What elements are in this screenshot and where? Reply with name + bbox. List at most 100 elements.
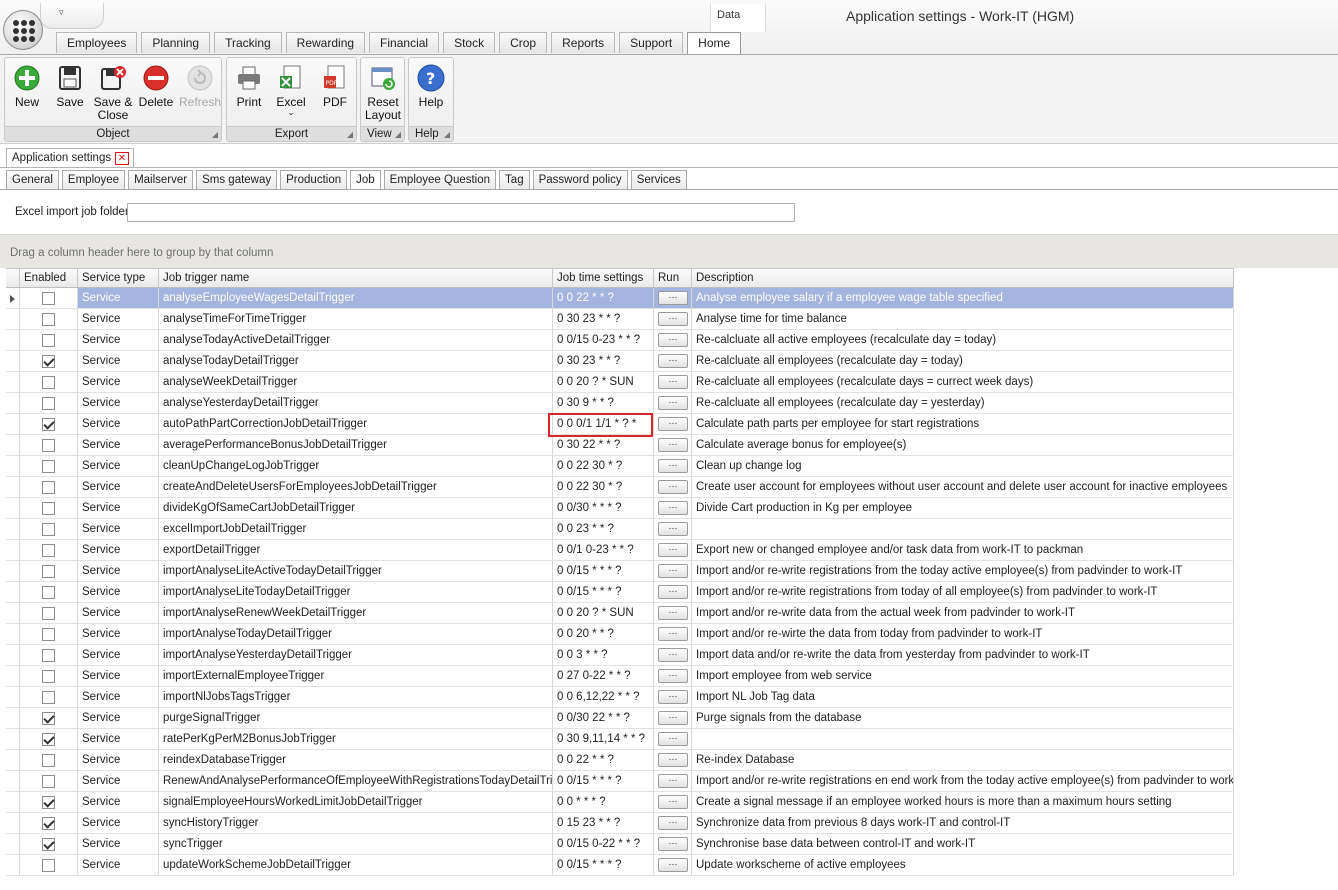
enabled-checkbox[interactable]	[42, 418, 55, 431]
table-row[interactable]: Service syncTrigger 0 0/15 0-22 * * ? ··· Sy…	[6, 834, 1234, 855]
tab-services[interactable]: Services	[630, 170, 687, 190]
tab-employee-question[interactable]: Employee Question	[383, 170, 497, 190]
row-indicator[interactable]	[6, 750, 20, 770]
job-time-settings-cell[interactable]: 0 0/1 0-23 * * ?	[553, 540, 654, 560]
enabled-checkbox[interactable]	[42, 565, 55, 578]
tab-general[interactable]: General	[6, 170, 59, 190]
tab-support[interactable]: Support	[619, 32, 684, 53]
tab-financial[interactable]: Financial	[369, 32, 440, 53]
description-cell[interactable]: Re-calcluate all active employees (recal…	[692, 330, 1234, 350]
column-header-job-time-settings[interactable]: Job time settings	[553, 269, 654, 287]
enabled-checkbox[interactable]	[42, 817, 55, 830]
job-trigger-name-cell[interactable]: analyseWeekDetailTrigger	[159, 372, 553, 392]
job-time-settings-cell[interactable]: 0 0 22 * * ?	[553, 750, 654, 770]
service-type-cell[interactable]: Service	[78, 456, 159, 476]
service-type-cell[interactable]: Service	[78, 855, 159, 875]
run-button[interactable]: ···	[658, 522, 688, 536]
run-button[interactable]: ···	[658, 480, 688, 494]
run-button[interactable]: ···	[658, 333, 688, 347]
job-time-settings-cell[interactable]: 0 0/30 22 * * ?	[553, 708, 654, 728]
run-button[interactable]: ···	[658, 564, 688, 578]
tab-tag[interactable]: Tag	[499, 170, 530, 190]
service-type-cell[interactable]: Service	[78, 708, 159, 728]
enabled-checkbox[interactable]	[42, 628, 55, 641]
run-button[interactable]: ···	[658, 417, 688, 431]
description-cell[interactable]: Synchronise base data between control-IT…	[692, 834, 1234, 854]
job-time-settings-cell[interactable]: 0 0 22 * * ?	[553, 288, 654, 308]
service-type-cell[interactable]: Service	[78, 309, 159, 329]
table-row[interactable]: Service importAnalyseLiteActiveTodayDetai…	[6, 561, 1234, 582]
description-cell[interactable]: Import and/or re-write data from the act…	[692, 603, 1234, 623]
job-trigger-name-cell[interactable]: autoPathPartCorrectionJobDetailTrigger	[159, 414, 553, 434]
job-trigger-name-cell[interactable]: reindexDatabaseTrigger	[159, 750, 553, 770]
service-type-cell[interactable]: Service	[78, 687, 159, 707]
table-row[interactable]: Service importAnalyseTodayDetailTrigger 0 …	[6, 624, 1234, 645]
row-indicator[interactable]	[6, 792, 20, 812]
column-header-enabled[interactable]: Enabled	[20, 269, 78, 287]
tab-crop[interactable]: Crop	[499, 32, 548, 53]
job-time-settings-cell[interactable]: 0 0/15 0-22 * * ?	[553, 834, 654, 854]
excel-dropdown-icon[interactable]: ⌄	[273, 109, 309, 117]
table-row[interactable]: Service updateWorkSchemeJobDetailTrigger 0…	[6, 855, 1234, 876]
service-type-cell[interactable]: Service	[78, 330, 159, 350]
job-trigger-name-cell[interactable]: excelImportJobDetailTrigger	[159, 519, 553, 539]
job-trigger-name-cell[interactable]: cleanUpChangeLogJobTrigger	[159, 456, 553, 476]
job-time-settings-cell[interactable]: 0 30 9,11,14 * * ?	[553, 729, 654, 749]
row-indicator[interactable]	[6, 834, 20, 854]
service-type-cell[interactable]: Service	[78, 645, 159, 665]
job-trigger-name-cell[interactable]: analyseTodayDetailTrigger	[159, 351, 553, 371]
row-indicator[interactable]	[6, 687, 20, 707]
help-button[interactable]: ? Help	[413, 62, 449, 126]
tab-reports[interactable]: Reports	[551, 32, 616, 53]
job-trigger-name-cell[interactable]: importAnalyseLiteTodayDetailTrigger	[159, 582, 553, 602]
row-indicator[interactable]	[6, 519, 20, 539]
enabled-checkbox[interactable]	[42, 754, 55, 767]
enabled-checkbox[interactable]	[42, 481, 55, 494]
table-row[interactable]: Service importAnalyseLiteTodayDetailTrigg…	[6, 582, 1234, 603]
run-button[interactable]: ···	[658, 648, 688, 662]
service-type-cell[interactable]: Service	[78, 519, 159, 539]
description-cell[interactable]: Re-index Database	[692, 750, 1234, 770]
job-trigger-name-cell[interactable]: importAnalyseTodayDetailTrigger	[159, 624, 553, 644]
row-indicator[interactable]	[6, 624, 20, 644]
job-trigger-name-cell[interactable]: analyseTodayActiveDetailTrigger	[159, 330, 553, 350]
description-cell[interactable]: Re-calcluate all employees (recalculate …	[692, 351, 1234, 371]
close-icon[interactable]: ✕	[115, 152, 129, 165]
run-button[interactable]: ···	[658, 858, 688, 872]
document-tab[interactable]: Application settings ✕	[6, 148, 134, 168]
enabled-checkbox[interactable]	[42, 397, 55, 410]
job-trigger-name-cell[interactable]: divideKgOfSameCartJobDetailTrigger	[159, 498, 553, 518]
description-cell[interactable]	[692, 729, 1234, 749]
row-indicator[interactable]	[6, 435, 20, 455]
table-row[interactable]: Service importExternalEmployeeTrigger 0 27…	[6, 666, 1234, 687]
table-row[interactable]: Service purgeSignalTrigger 0 0/30 22 * * ?…	[6, 708, 1234, 729]
excel-import-folder-input[interactable]	[127, 203, 795, 222]
service-type-cell[interactable]: Service	[78, 792, 159, 812]
table-row[interactable]: Service createAndDeleteUsersForEmployeesJ…	[6, 477, 1234, 498]
service-type-cell[interactable]: Service	[78, 750, 159, 770]
description-cell[interactable]: Import employee from web service	[692, 666, 1234, 686]
job-time-settings-cell[interactable]: 0 0 6,12,22 * * ?	[553, 687, 654, 707]
service-type-cell[interactable]: Service	[78, 372, 159, 392]
row-indicator[interactable]	[6, 855, 20, 875]
run-button[interactable]: ···	[658, 690, 688, 704]
table-row[interactable]: Service importAnalyseRenewWeekDetailTrigg…	[6, 603, 1234, 624]
description-cell[interactable]: Create a signal message if an employee w…	[692, 792, 1234, 812]
column-header-service-type[interactable]: Service type	[78, 269, 159, 287]
run-button[interactable]: ···	[658, 459, 688, 473]
job-trigger-name-cell[interactable]: createAndDeleteUsersForEmployeesJobDetai…	[159, 477, 553, 497]
service-type-cell[interactable]: Service	[78, 477, 159, 497]
service-type-cell[interactable]: Service	[78, 498, 159, 518]
description-cell[interactable]: Import NL Job Tag data	[692, 687, 1234, 707]
group-launcher-icon[interactable]: ◢	[395, 130, 401, 139]
run-button[interactable]: ···	[658, 375, 688, 389]
save-close-button[interactable]: Save & Close	[91, 62, 135, 126]
job-trigger-name-cell[interactable]: averagePerformanceBonusJobDetailTrigger	[159, 435, 553, 455]
job-time-settings-cell[interactable]: 0 0 * * * ?	[553, 792, 654, 812]
print-button[interactable]: Print	[231, 62, 267, 126]
run-button[interactable]: ···	[658, 438, 688, 452]
service-type-cell[interactable]: Service	[78, 666, 159, 686]
table-row[interactable]: Service divideKgOfSameCartJobDetailTrigge…	[6, 498, 1234, 519]
description-cell[interactable]: Calculate average bonus for employee(s)	[692, 435, 1234, 455]
service-type-cell[interactable]: Service	[78, 351, 159, 371]
